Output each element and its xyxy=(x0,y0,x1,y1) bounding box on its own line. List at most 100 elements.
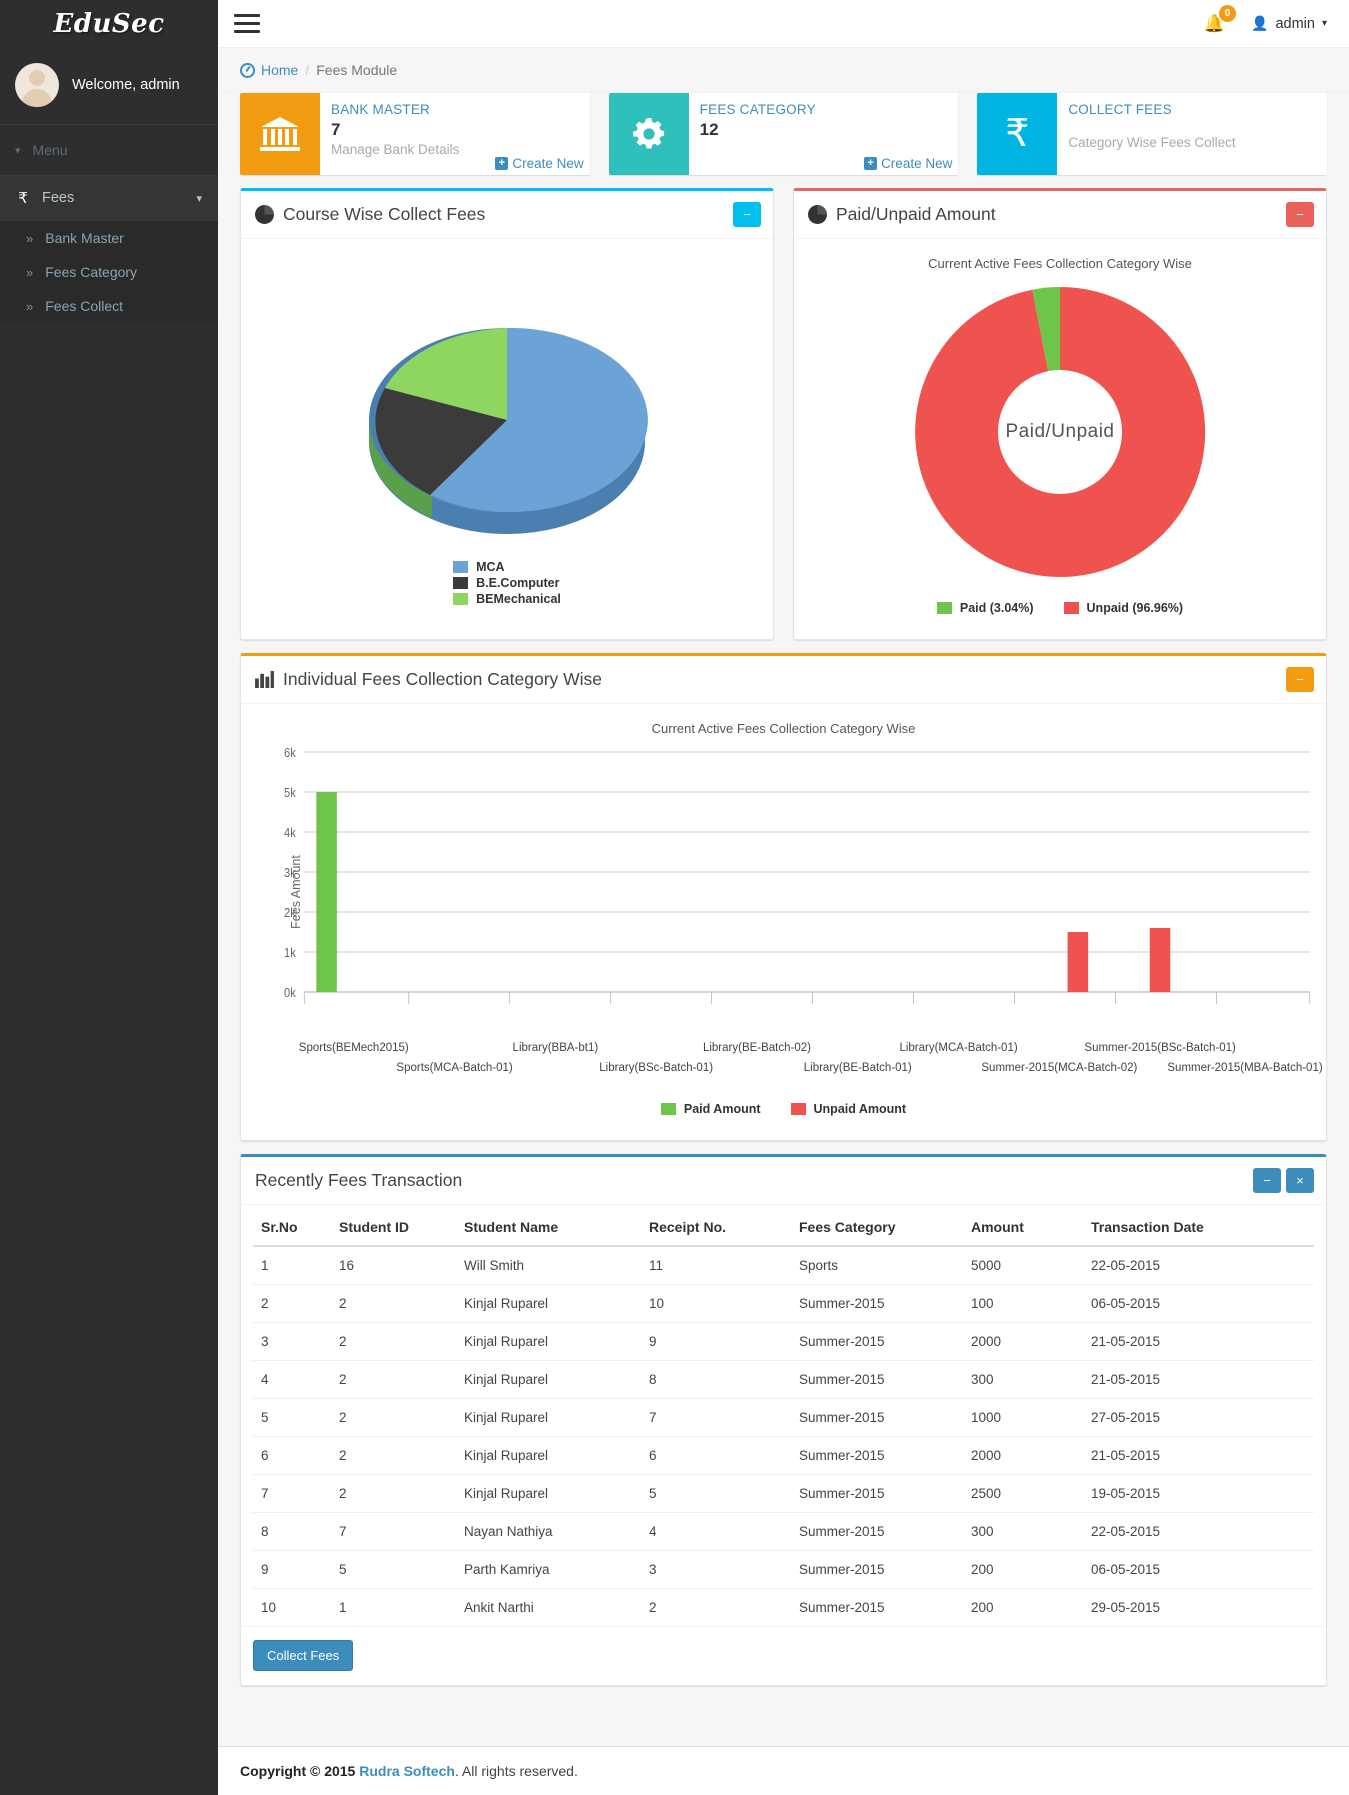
cell-receipt-no: 5 xyxy=(641,1474,791,1513)
topbar: 🔔 0 👤 admin ▾ xyxy=(218,0,1349,48)
donut-legend: Paid (3.04%) Unpaid (96.96%) xyxy=(936,591,1183,629)
x-axis-labels: Sports(BEMech2015) Sports(MCA-Batch-01) … xyxy=(253,1042,1323,1086)
cell-student-id: 1 xyxy=(331,1588,456,1626)
cell-transaction-date: 22-05-2015 xyxy=(1083,1512,1314,1551)
cell-fees-category: Sports xyxy=(791,1245,963,1285)
table-footer: Collect Fees xyxy=(241,1626,1326,1685)
notifications-button[interactable]: 🔔 0 xyxy=(1204,4,1237,34)
legend-wrapper: Paid (3.04%) Unpaid (96.96%) xyxy=(806,591,1314,629)
legend-item[interactable]: Paid (3.04%) xyxy=(936,601,1034,615)
legend-swatch-paid xyxy=(936,602,952,614)
sidebar-item-fees[interactable]: ₹ Fees ▾ xyxy=(0,176,218,221)
angle-double-right-icon: » xyxy=(26,230,34,246)
table-row[interactable]: 4 2 Kinjal Ruparel 8 Summer-2015 300 21-… xyxy=(253,1360,1314,1399)
legend-swatch-unpaid-amount xyxy=(790,1103,806,1115)
cell-transaction-date: 21-05-2015 xyxy=(1083,1322,1314,1361)
bar-chart-individual-fees: Fees Amount 0k 1k 2k 3k 4k 5k 6k xyxy=(253,742,1314,1042)
sidebar-item-fees-category[interactable]: » Fees Category xyxy=(0,255,218,289)
breadcrumb-home-link[interactable]: Home xyxy=(240,62,298,78)
cell-student-id: 5 xyxy=(331,1550,456,1589)
x-axis-tick-label: Library(MCA-Batch-01) xyxy=(899,1042,1018,1054)
x-axis-tick-label: Summer-2015(BSc-Batch-01) xyxy=(1084,1042,1236,1054)
legend-item[interactable]: Unpaid Amount xyxy=(790,1102,907,1116)
cell-student-id: 2 xyxy=(331,1360,456,1399)
transactions-table: Sr.No Student ID Student Name Receipt No… xyxy=(253,1209,1314,1626)
cell-srno: 8 xyxy=(253,1512,331,1551)
table-row[interactable]: 10 1 Ankit Narthi 2 Summer-2015 200 29-0… xyxy=(253,1588,1314,1626)
legend-item[interactable]: BEMechanical xyxy=(453,592,561,606)
create-new-link[interactable]: + Create New xyxy=(495,154,589,175)
legend-item[interactable]: Unpaid (96.96%) xyxy=(1063,601,1183,615)
table-row[interactable]: 5 2 Kinjal Ruparel 7 Summer-2015 1000 27… xyxy=(253,1398,1314,1437)
table-row[interactable]: 6 2 Kinjal Ruparel 6 Summer-2015 2000 21… xyxy=(253,1436,1314,1475)
x-axis-tick-label: Library(BE-Batch-01) xyxy=(803,1062,912,1074)
table-container: Sr.No Student ID Student Name Receipt No… xyxy=(241,1205,1326,1626)
table-row[interactable]: 8 7 Nayan Nathiya 4 Summer-2015 300 22-0… xyxy=(253,1512,1314,1551)
collapse-button[interactable]: − xyxy=(1286,202,1314,227)
collapse-button[interactable]: − xyxy=(733,202,761,227)
collapse-button[interactable]: − xyxy=(1286,667,1314,692)
collect-fees-button[interactable]: Collect Fees xyxy=(253,1640,354,1671)
x-axis-tick-label: Summer-2015(MBA-Batch-01) xyxy=(1167,1062,1323,1074)
cell-amount: 200 xyxy=(963,1588,1083,1626)
cell-student-name: Nayan Nathiya xyxy=(456,1512,641,1551)
cell-student-name: Kinjal Ruparel xyxy=(456,1284,641,1323)
pie-chart-icon xyxy=(255,205,274,224)
sidebar-item-fees-collect[interactable]: » Fees Collect xyxy=(0,289,218,323)
table-row[interactable]: 9 5 Parth Kamriya 3 Summer-2015 200 06-0… xyxy=(253,1550,1314,1589)
pie-chart-course-wise xyxy=(253,250,761,550)
panel-header: Course Wise Collect Fees − xyxy=(241,191,773,239)
cell-amount: 300 xyxy=(963,1360,1083,1399)
panel-title: Course Wise Collect Fees xyxy=(255,204,485,225)
x-axis-tick-label: Summer-2015(MCA-Batch-02) xyxy=(981,1062,1138,1074)
cell-student-name: Kinjal Ruparel xyxy=(456,1322,641,1361)
sidebar-subitem-label: Fees Category xyxy=(45,264,138,280)
info-box-desc: Category Wise Fees Collect xyxy=(1068,135,1236,150)
cell-srno: 4 xyxy=(253,1360,331,1399)
cell-amount: 100 xyxy=(963,1284,1083,1323)
collapse-button[interactable]: − xyxy=(1253,1168,1281,1193)
info-box-fees-category[interactable]: FEES CATEGORY 12 + Create New xyxy=(608,93,959,175)
cell-student-id: 2 xyxy=(331,1398,456,1437)
panel-title: Paid/Unpaid Amount xyxy=(808,204,996,225)
sidebar-item-fees-label: Fees xyxy=(42,190,75,206)
page-footer: Copyright © 2015 Rudra Softech. All righ… xyxy=(218,1746,1349,1795)
rupee-icon: ₹ xyxy=(977,93,1058,175)
x-axis-tick-label: Sports(BEMech2015) xyxy=(298,1042,409,1054)
chart-subtitle: Current Active Fees Collection Category … xyxy=(651,721,916,736)
create-new-link[interactable]: + Create New xyxy=(864,154,958,175)
cell-fees-category: Summer-2015 xyxy=(791,1322,963,1361)
brand-logo[interactable]: EduSec xyxy=(0,0,218,48)
table-row[interactable]: 1 16 Will Smith 11 Sports 5000 22-05-201… xyxy=(253,1245,1314,1285)
table-body: 1 16 Will Smith 11 Sports 5000 22-05-201… xyxy=(253,1245,1314,1626)
close-button[interactable]: × xyxy=(1286,1168,1314,1193)
info-box-bank-master[interactable]: BANK MASTER 7 Manage Bank Details + Crea… xyxy=(240,93,590,175)
table-row[interactable]: 7 2 Kinjal Ruparel 5 Summer-2015 2500 19… xyxy=(253,1474,1314,1513)
legend-item[interactable]: MCA xyxy=(453,560,505,574)
panel-tools: − × xyxy=(1253,1168,1314,1193)
menu-toggle-icon[interactable] xyxy=(234,9,260,38)
legend-wrapper: Paid Amount Unpaid Amount xyxy=(253,1086,1314,1130)
column-header-receipt-no[interactable]: Receipt No. xyxy=(641,1209,791,1247)
column-header-transaction-date[interactable]: Transaction Date xyxy=(1083,1209,1314,1247)
column-header-srno[interactable]: Sr.No xyxy=(253,1209,331,1247)
sidebar-subnav: » Bank Master » Fees Category » Fees Col… xyxy=(0,221,218,323)
column-header-fees-category[interactable]: Fees Category xyxy=(791,1209,963,1247)
column-header-student-id[interactable]: Student ID xyxy=(331,1209,456,1247)
column-header-amount[interactable]: Amount xyxy=(963,1209,1083,1247)
legend-label: Unpaid Amount xyxy=(813,1102,907,1116)
plus-icon: + xyxy=(495,157,509,170)
cell-srno: 5 xyxy=(253,1398,331,1437)
user-menu[interactable]: 👤 admin ▾ xyxy=(1251,15,1327,32)
info-box-collect-fees[interactable]: ₹ COLLECT FEES Category Wise Fees Collec… xyxy=(977,93,1328,175)
legend-item[interactable]: B.E.Computer xyxy=(453,576,559,590)
cell-fees-category: Summer-2015 xyxy=(791,1512,963,1551)
sidebar-item-bank-master[interactable]: » Bank Master xyxy=(0,221,218,255)
table-row[interactable]: 2 2 Kinjal Ruparel 10 Summer-2015 100 06… xyxy=(253,1284,1314,1323)
footer-company-link[interactable]: Rudra Softech xyxy=(359,1763,455,1779)
column-header-student-name[interactable]: Student Name xyxy=(456,1209,641,1247)
table-row[interactable]: 3 2 Kinjal Ruparel 9 Summer-2015 2000 21… xyxy=(253,1322,1314,1361)
legend-swatch-be-computer xyxy=(453,577,469,589)
legend-item[interactable]: Paid Amount xyxy=(660,1102,761,1116)
table-header-row: Sr.No Student ID Student Name Receipt No… xyxy=(253,1209,1314,1247)
